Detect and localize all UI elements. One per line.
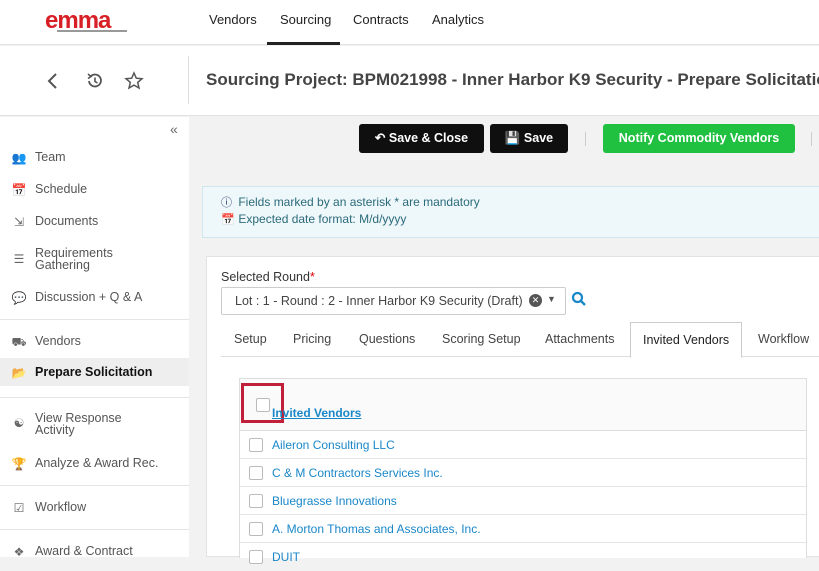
- row-checkbox[interactable]: [249, 522, 263, 536]
- save-close-button[interactable]: ↶ Save & Close: [359, 124, 484, 153]
- sidebar-item-vendors[interactable]: ⛟ Vendors: [0, 335, 189, 349]
- tab-invited-vendors[interactable]: Invited Vendors: [630, 322, 743, 358]
- toolbar-divider: [585, 132, 586, 146]
- row-checkbox[interactable]: [249, 466, 263, 480]
- vendor-link[interactable]: DUIT: [272, 550, 300, 564]
- mandatory-note: ⓘ Fields marked by an asterisk * are man…: [221, 195, 480, 209]
- sidebar-divider: [0, 397, 189, 398]
- info-circle-icon: ⓘ: [221, 197, 232, 209]
- collapse-sidebar-icon[interactable]: «: [170, 121, 178, 137]
- table-header: Invited Vendors: [240, 379, 806, 431]
- nav-tab-vendors[interactable]: Vendors: [209, 0, 257, 45]
- row-checkbox[interactable]: [249, 494, 263, 508]
- top-nav-bar: emma Vendors Sourcing Contracts Analytic…: [0, 0, 819, 45]
- chevron-down-icon[interactable]: ▼: [547, 294, 556, 304]
- sidebar-item-label: Workflow: [35, 500, 87, 514]
- notify-commodity-vendors-button[interactable]: Notify Commodity Vendors: [603, 124, 795, 153]
- logo-tagline-mark: [57, 30, 127, 32]
- toolbar-divider: [811, 132, 812, 146]
- page-header: Sourcing Project: BPM021998 - Inner Harb…: [0, 46, 819, 116]
- floppy-disk-icon: 💾: [504, 131, 524, 145]
- sidebar-item-label: Discussion + Q & A: [35, 290, 143, 304]
- sidebar-item-prepare-solicitation[interactable]: 📂 Prepare Solicitation: [0, 358, 189, 386]
- tab-setup[interactable]: Setup: [234, 322, 267, 357]
- selected-round-label: Selected Round*: [221, 270, 315, 284]
- search-icon[interactable]: [571, 291, 587, 307]
- sidebar-item-view-response-activity[interactable]: ☯ View Response Activity: [0, 412, 189, 438]
- sidebar-divider: [0, 319, 189, 320]
- tab-questions[interactable]: Questions: [359, 322, 415, 357]
- binoculars-icon: ☯: [13, 416, 25, 430]
- sidebar-item-analyze-award[interactable]: 🏆 Analyze & Award Rec.: [0, 457, 189, 471]
- invited-vendors-header-link[interactable]: Invited Vendors: [272, 406, 361, 420]
- tab-pricing[interactable]: Pricing: [293, 322, 331, 357]
- table-row: C & M Contractors Services Inc.: [240, 459, 806, 487]
- sidebar-item-schedule[interactable]: 📅 Schedule: [0, 183, 189, 197]
- table-row: A. Morton Thomas and Associates, Inc.: [240, 515, 806, 543]
- vendor-link[interactable]: C & M Contractors Services Inc.: [272, 466, 443, 480]
- truck-icon: ⛟: [11, 335, 27, 349]
- calendar-icon: 📅: [221, 214, 235, 226]
- invited-vendors-table: Invited Vendors Aileron Consulting LLC C…: [239, 378, 807, 564]
- vendor-link[interactable]: Aileron Consulting LLC: [272, 438, 395, 452]
- history-icon[interactable]: [84, 70, 106, 92]
- nav-tab-analytics[interactable]: Analytics: [432, 0, 484, 45]
- sidebar-item-label: Vendors: [35, 334, 81, 348]
- calendar-icon: 📅: [11, 183, 27, 197]
- clear-icon[interactable]: ✕: [529, 294, 542, 307]
- vendor-link[interactable]: Bluegrasse Innovations: [272, 494, 397, 508]
- undo-icon: ↶: [374, 131, 389, 145]
- info-alert: ⓘ Fields marked by an asterisk * are man…: [202, 186, 819, 238]
- tab-workflow[interactable]: Workflow: [758, 322, 809, 357]
- document-icon: ⇲: [13, 215, 25, 229]
- sidebar-item-documents[interactable]: ⇲ Documents: [0, 215, 189, 229]
- check-square-icon: ☑: [13, 501, 25, 515]
- sidebar-divider: [0, 485, 189, 486]
- page-title: Sourcing Project: BPM021998 - Inner Harb…: [206, 70, 819, 89]
- row-checkbox[interactable]: [249, 438, 263, 452]
- sidebar-item-label: Analyze & Award Rec.: [35, 456, 159, 470]
- star-icon[interactable]: [123, 70, 145, 92]
- vendor-link[interactable]: A. Morton Thomas and Associates, Inc.: [272, 522, 481, 536]
- nav-tab-contracts[interactable]: Contracts: [353, 0, 409, 45]
- sidebar-item-label: View Response Activity: [35, 411, 122, 437]
- nav-tab-sourcing[interactable]: Sourcing: [267, 0, 340, 45]
- table-row: Bluegrasse Innovations: [240, 487, 806, 515]
- folder-open-icon: 📂: [11, 366, 27, 380]
- sidebar-item-label: Schedule: [35, 182, 88, 196]
- round-select[interactable]: Lot : 1 - Round : 2 - Inner Harbor K9 Se…: [221, 287, 566, 315]
- table-row: Aileron Consulting LLC: [240, 431, 806, 459]
- comments-icon: 💬: [11, 291, 27, 305]
- sidebar-item-label: Team: [35, 150, 66, 164]
- back-icon[interactable]: [42, 70, 64, 92]
- sidebar-item-discussion[interactable]: 💬 Discussion + Q & A: [0, 291, 189, 305]
- sidebar-item-label: Award & Contract: [35, 544, 133, 558]
- row-checkbox[interactable]: [249, 550, 263, 564]
- sidebar: « 👥 Team 📅 Schedule ⇲ Documents ☰ Requir…: [0, 117, 189, 559]
- save-button[interactable]: 💾 Save: [490, 124, 568, 153]
- round-select-value: Lot : 1 - Round : 2 - Inner Harbor K9 Se…: [235, 294, 523, 308]
- users-icon: 👥: [11, 151, 27, 165]
- sidebar-item-requirements-gathering[interactable]: ☰ Requirements Gathering: [0, 247, 189, 273]
- sidebar-item-workflow[interactable]: ☑ Workflow: [0, 501, 189, 515]
- date-format-note: 📅 Expected date format: M/d/yyyy: [221, 212, 407, 226]
- sidebar-divider: [0, 529, 189, 530]
- sidebar-item-label: Documents: [35, 214, 99, 228]
- trophy-icon: 🏆: [11, 457, 27, 471]
- solicitation-tabs: Setup Pricing Questions Scoring Setup At…: [221, 322, 819, 358]
- table-row: DUIT: [240, 543, 806, 571]
- header-divider: [188, 56, 189, 104]
- tab-attachments[interactable]: Attachments: [545, 322, 614, 357]
- solicitation-panel: Selected Round* Lot : 1 - Round : 2 - In…: [206, 256, 819, 564]
- list-icon: ☰: [13, 252, 25, 266]
- sidebar-item-label: Requirements Gathering: [35, 246, 113, 272]
- sidebar-item-label: Prepare Solicitation: [35, 365, 153, 379]
- sidebar-item-team[interactable]: 👥 Team: [0, 151, 189, 165]
- emma-logo[interactable]: emma: [45, 9, 142, 34]
- tab-scoring-setup[interactable]: Scoring Setup: [442, 322, 521, 357]
